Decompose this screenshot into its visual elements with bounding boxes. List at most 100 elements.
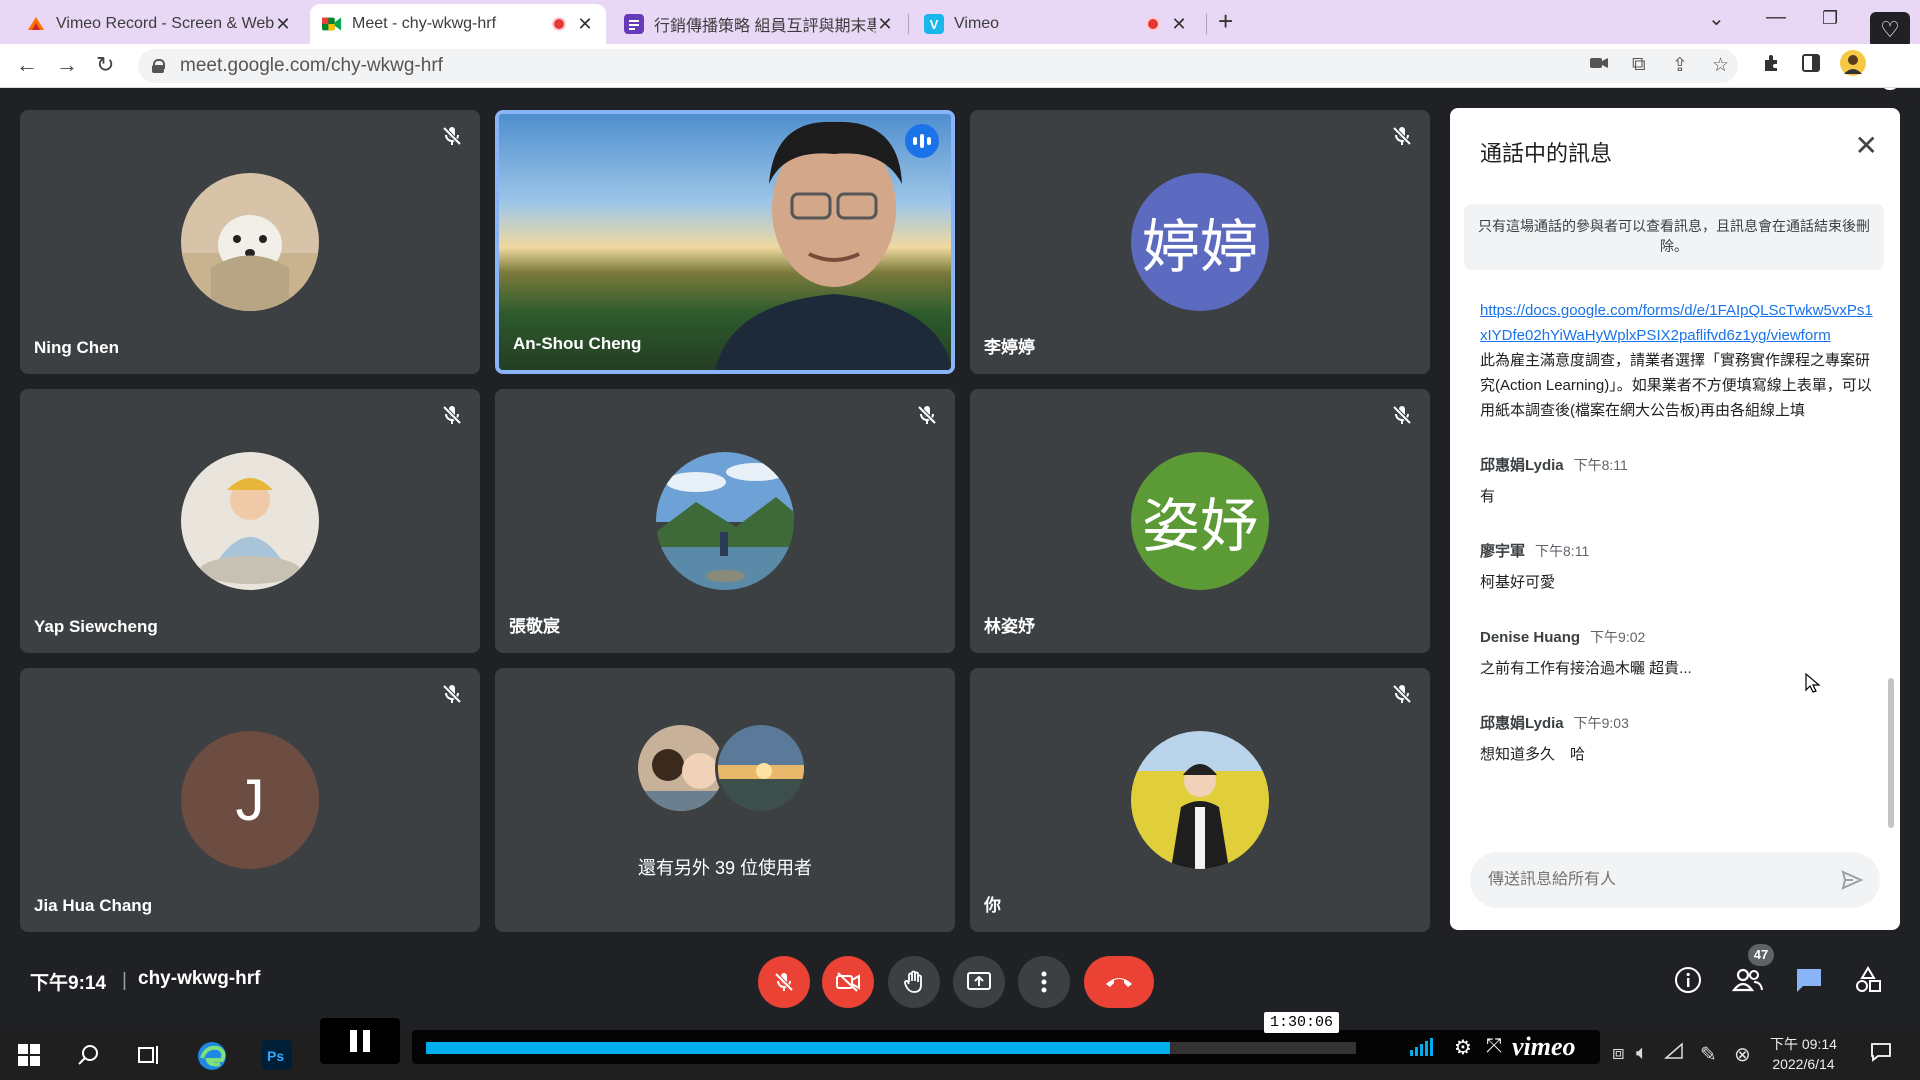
forms-favicon-icon	[624, 14, 644, 34]
wifi-icon[interactable]	[1664, 1042, 1684, 1066]
other-participants-tile[interactable]: 還有另外 39 位使用者	[495, 668, 955, 932]
forward-button[interactable]: →	[56, 52, 78, 78]
mic-off-icon	[440, 682, 464, 706]
tab-divider	[1206, 14, 1207, 34]
extensions-icon[interactable]	[1762, 54, 1780, 78]
tab-meet[interactable]: Meet - chy-wkwg-hrf ✕	[310, 4, 606, 44]
present-screen-button[interactable]	[953, 956, 1005, 1008]
message-time: 下午8:11	[1535, 543, 1590, 559]
chat-input[interactable]	[1488, 871, 1818, 889]
close-tab-icon[interactable]: ✕	[876, 14, 894, 35]
meeting-info-icon[interactable]	[1674, 966, 1702, 999]
close-circle-icon[interactable]: ⊗	[1734, 1042, 1751, 1067]
bookmark-star-icon[interactable]: ☆	[1712, 54, 1729, 77]
system-clock[interactable]: 下午 09:14 2022/6/14	[1770, 1034, 1837, 1074]
toggle-camera-button[interactable]	[822, 956, 874, 1008]
participant-tile[interactable]: Yap Siewcheng	[20, 389, 480, 653]
mouse-cursor-icon	[1805, 672, 1821, 693]
chat-link[interactable]: https://docs.google.com/forms/d/e/1FAIpQ…	[1480, 298, 1880, 348]
url-text: meet.google.com/chy-wkwg-hrf	[180, 55, 443, 76]
heart-icon[interactable]: ♡	[1870, 12, 1910, 48]
progress-track[interactable]	[426, 1042, 1356, 1054]
other-participants-label: 還有另外 39 位使用者	[637, 858, 813, 878]
more-vert-icon	[1041, 971, 1047, 993]
people-icon[interactable]	[1731, 966, 1764, 999]
speaking-indicator-icon	[905, 124, 939, 158]
message-text: 有	[1480, 488, 1496, 505]
meet-now-icon[interactable]: ⧈	[1612, 1042, 1625, 1065]
participant-name: An-Shou Cheng	[513, 334, 642, 353]
message-sender: Denise Huang	[1480, 629, 1581, 646]
search-icon[interactable]	[78, 1044, 100, 1072]
meeting-code: chy-wkwg-hrf	[138, 968, 261, 989]
close-tab-icon[interactable]: ✕	[1170, 14, 1188, 35]
raise-hand-button[interactable]	[888, 956, 940, 1008]
chat-message-list: https://docs.google.com/forms/d/e/1FAIpQ…	[1480, 298, 1880, 767]
participant-tile-active-speaker[interactable]: An-Shou Cheng	[495, 110, 955, 374]
settings-gear-icon[interactable]: ⚙	[1454, 1035, 1472, 1060]
clock-time: 下午 09:14	[1770, 1036, 1837, 1052]
chat-panel: 通話中的訊息 ✕ 只有這場通話的參與者可以查看訊息，且訊息會在通話結束後刪除。 …	[1450, 108, 1900, 930]
present-icon	[967, 972, 991, 990]
restore-icon[interactable]: ❐	[1822, 8, 1838, 29]
tab-vimeo-record[interactable]: Vimeo Record - Screen & Web ✕	[14, 4, 304, 44]
windows-start-icon[interactable]	[18, 1044, 40, 1072]
task-view-icon[interactable]	[138, 1044, 160, 1072]
participant-tile[interactable]: J Jia Hua Chang	[20, 668, 480, 932]
avatar: 婷婷	[1131, 173, 1269, 311]
close-icon[interactable]: ✕	[1855, 132, 1878, 160]
avatar	[1131, 731, 1269, 869]
participant-tile[interactable]: 姿妤 林姿妤	[970, 389, 1430, 653]
url-field[interactable]: meet.google.com/chy-wkwg-hrf	[138, 49, 1738, 83]
new-tab-button[interactable]: +	[1218, 6, 1233, 37]
mic-off-icon	[1390, 403, 1414, 427]
volume-icon[interactable]: 🔈︎	[1636, 1042, 1648, 1065]
pen-icon[interactable]: ✎	[1700, 1042, 1717, 1067]
svg-text:Ps: Ps	[267, 1048, 284, 1064]
message-text: 柯基好可愛	[1480, 574, 1556, 591]
sidepanel-icon[interactable]	[1802, 54, 1820, 78]
fullscreen-icon[interactable]: ⤧	[1486, 1035, 1502, 1058]
reload-button[interactable]: ↻	[96, 52, 114, 78]
profile-avatar[interactable]	[1840, 50, 1866, 82]
activities-icon[interactable]	[1854, 966, 1882, 999]
chat-icon[interactable]	[1794, 966, 1824, 999]
close-tab-icon[interactable]: ✕	[274, 14, 292, 35]
lock-icon	[152, 59, 165, 73]
message-sender: 邱惠娟Lydia	[1480, 457, 1564, 474]
leave-call-button[interactable]	[1084, 956, 1154, 1008]
notification-icon[interactable]	[1870, 1042, 1892, 1068]
participant-tile[interactable]: Ning Chen	[20, 110, 480, 374]
participant-name: Ning Chen	[34, 338, 119, 357]
tab-google-form[interactable]: 行銷傳播策略 組員互評與期末專 ✕	[612, 4, 906, 44]
tab-search-icon[interactable]: ⌄	[1708, 6, 1725, 31]
photoshop-icon[interactable]: Ps	[262, 1040, 292, 1076]
chat-input-box[interactable]	[1470, 852, 1880, 908]
more-options-button[interactable]	[1018, 956, 1070, 1008]
participant-count-badge: 47	[1748, 944, 1774, 966]
tab-vimeo[interactable]: V Vimeo ✕	[912, 4, 1200, 44]
minimize-icon[interactable]: —	[1766, 6, 1786, 29]
toggle-mic-button[interactable]	[758, 956, 810, 1008]
message-sender: 廖宇軍	[1480, 543, 1526, 560]
self-tile[interactable]: 你	[970, 668, 1430, 932]
clock-date: 2022/6/14	[1772, 1056, 1835, 1072]
chat-message: 廖宇軍 下午8:11 柯基好可愛	[1480, 539, 1880, 595]
tab-title: Vimeo	[954, 15, 1000, 32]
participant-tile[interactable]: 張敬宸	[495, 389, 955, 653]
pause-button[interactable]	[320, 1018, 400, 1064]
meet-favicon-icon	[322, 14, 342, 34]
hand-icon	[904, 970, 922, 993]
back-button[interactable]: ←	[16, 52, 38, 78]
edge-browser-icon[interactable]	[196, 1040, 228, 1078]
camera-icon[interactable]	[1590, 54, 1608, 76]
open-external-icon[interactable]: ⧉	[1632, 54, 1646, 76]
hangup-icon	[1106, 978, 1132, 987]
participant-tile[interactable]: 婷婷 李婷婷	[970, 110, 1430, 374]
volume-level-icon[interactable]	[1410, 1036, 1440, 1062]
send-icon[interactable]	[1840, 868, 1864, 897]
participant-name: 你	[984, 896, 1001, 915]
share-icon[interactable]: ⇪	[1672, 54, 1688, 77]
close-tab-icon[interactable]: ✕	[576, 14, 594, 35]
chat-scrollbar[interactable]	[1888, 678, 1894, 828]
